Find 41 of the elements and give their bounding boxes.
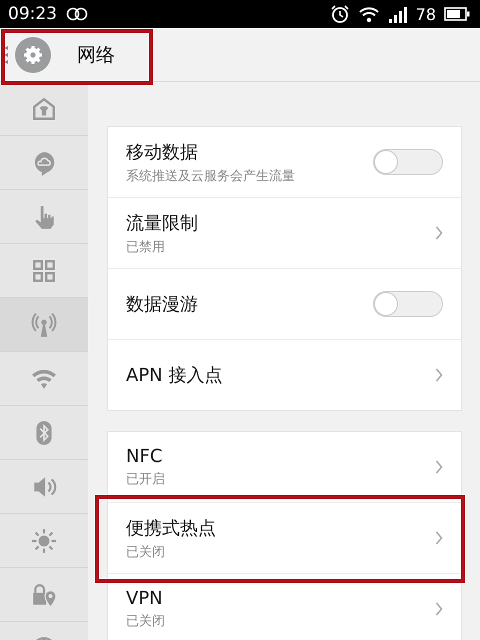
grid-icon [31,258,57,284]
setting-subtitle: 已关闭 [126,544,166,560]
clock-time: 09:23 [8,4,57,24]
setting-title: APN 接入点 [126,364,222,387]
setting-subtitle: 已关闭 [126,613,165,630]
setting-subtitle: 系统推送及云服务会产生流量 [126,168,295,184]
page-title: 网络 [77,42,115,68]
setting-subtitle: 已禁用 [126,238,166,256]
settings-icon [15,36,51,72]
setting-row[interactable]: APN 接入点 [108,340,461,410]
setting-subtitle: 已开启 [126,471,165,488]
wifi-icon [358,5,380,23]
chevron-icon [435,368,443,382]
home-icon [31,96,57,122]
setting-row[interactable]: VPN 已关闭 [108,574,461,640]
signal-icon [388,5,408,23]
setting-title: 移动数据 [126,140,199,164]
alarm-icon [330,4,350,24]
setting-row[interactable]: 便携式热点 已关闭 [108,503,461,574]
setting-row[interactable]: NFC 已开启 [108,432,461,503]
antenna-icon [31,312,57,338]
setting-title: 流量限制 [126,212,198,234]
setting-title: NFC [126,446,164,467]
battery-level: 78 [416,4,436,24]
setting-row[interactable]: 流量限制 已禁用 [108,198,461,269]
rings-icon [65,7,89,21]
setting-title: VPN [126,588,164,609]
drag-handle-icon [4,46,9,64]
chevron-icon [435,226,443,240]
toggle-switch[interactable] [373,149,443,175]
setting-row[interactable]: 数据漫游 [108,269,461,340]
toggle-switch[interactable] [373,291,443,317]
battery-icon [444,7,470,21]
chevron-icon [435,531,443,545]
brightness-icon [31,528,57,554]
setting-title: 便携式热点 [126,516,216,540]
lock-location-icon [31,582,57,608]
setting-title: 数据漫游 [126,293,198,316]
setting-row[interactable]: 移动数据 系统推送及云服务会产生流量 [108,127,461,198]
chevron-icon [435,602,443,616]
chevron-icon [435,460,443,474]
